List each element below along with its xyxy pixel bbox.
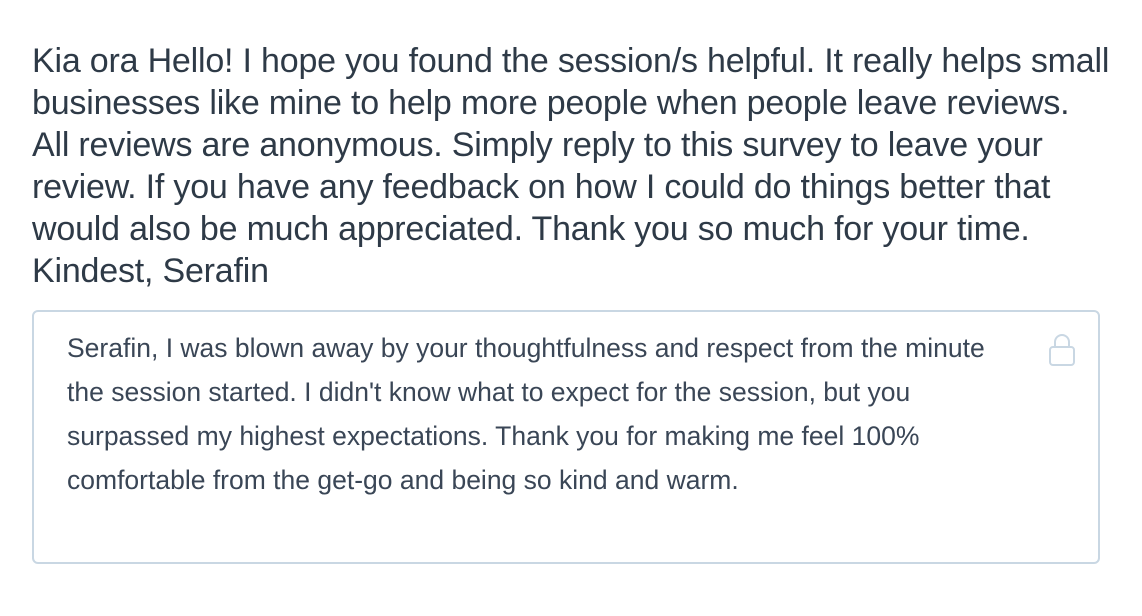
answer-text: Serafin, I was blown away by your though… — [67, 333, 993, 495]
lock-icon — [1048, 332, 1076, 366]
question-text: Kia ora Hello! I hope you found the sess… — [32, 42, 1110, 290]
survey-question: Kia ora Hello! I hope you found the sess… — [32, 40, 1112, 564]
answer-field[interactable]: Serafin, I was blown away by your though… — [32, 310, 1100, 564]
